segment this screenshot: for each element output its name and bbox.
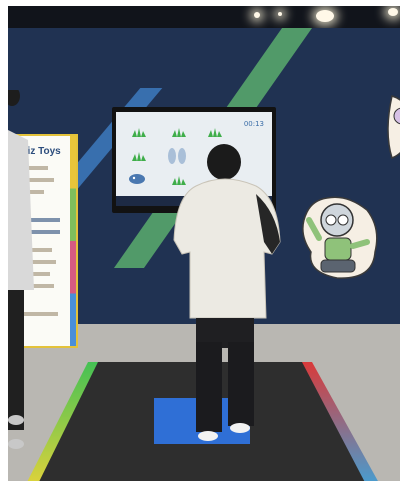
ceiling-light-icon <box>278 12 282 16</box>
sign-color-strip <box>70 136 76 346</box>
mole-icon <box>129 174 145 184</box>
ceiling-light-icon <box>254 12 260 18</box>
screen-timer: 00:13 <box>243 120 264 128</box>
grass-icon <box>132 152 146 161</box>
grass-icon <box>208 128 222 137</box>
ceiling <box>8 6 400 28</box>
bystander <box>8 90 34 449</box>
robot-icon <box>387 95 400 159</box>
grass-icon <box>132 128 146 137</box>
robot-icon <box>302 196 378 279</box>
photo: 00:13 Whiz Toys <box>8 6 400 481</box>
ceiling-light-icon <box>316 10 334 22</box>
child-player <box>173 144 281 441</box>
ceiling-light-icon <box>388 8 398 16</box>
grass-icon <box>172 128 186 137</box>
